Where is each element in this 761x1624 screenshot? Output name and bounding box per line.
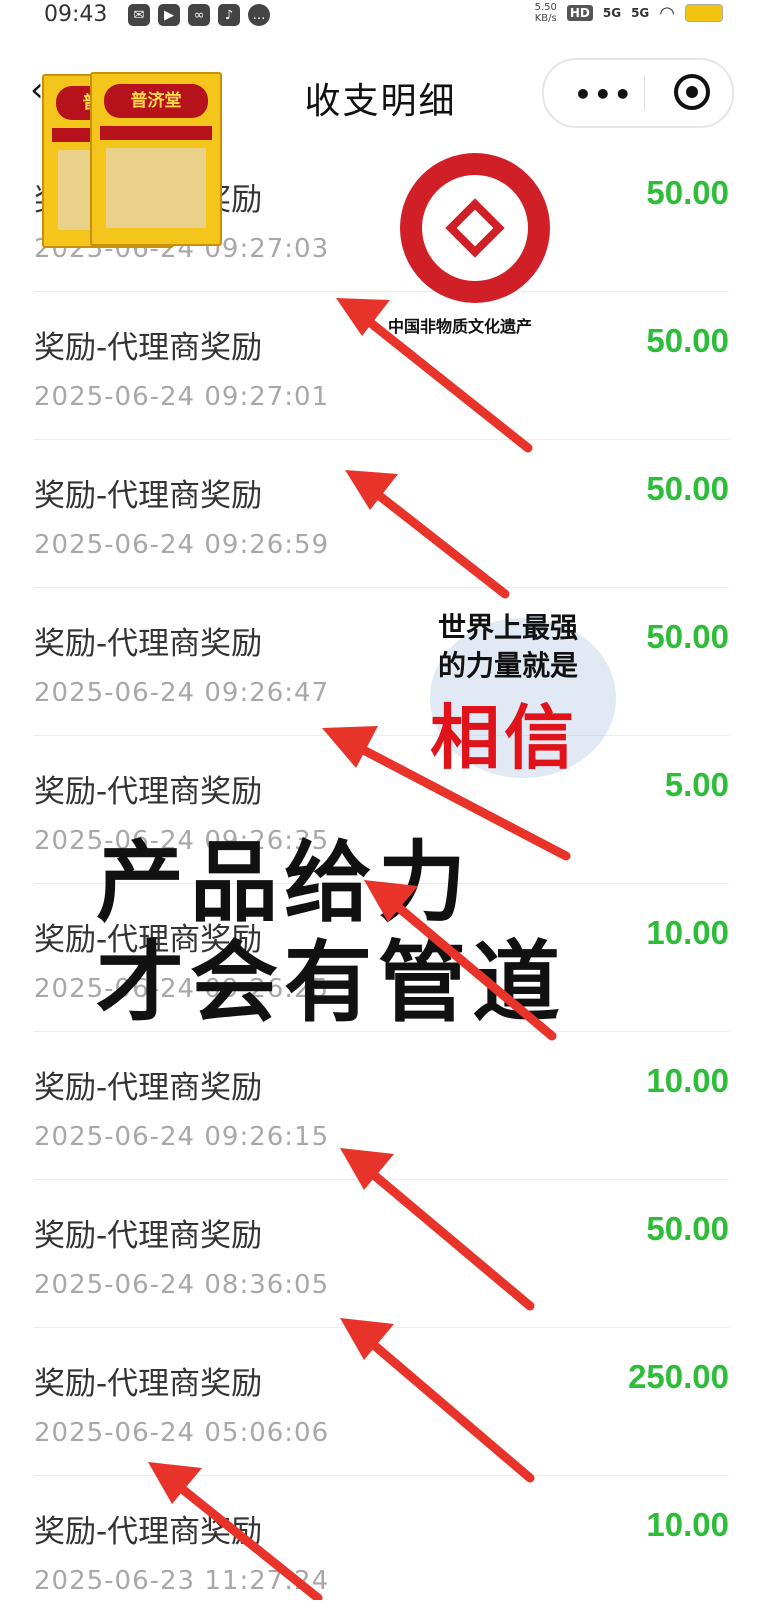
product-label: 普济堂 <box>104 84 208 118</box>
record-time: 2025-06-24 09:27:01 <box>34 382 330 412</box>
play-icon: ▶ <box>158 4 180 26</box>
tiktok-icon: ♪ <box>218 4 240 26</box>
status-bar: 09:43 ✉ ▶ ∞ ♪ … 5.50 KB/s HD 5G 5G ◠ <box>0 0 761 32</box>
capsule-divider <box>644 76 645 110</box>
record-amount: 5.00 <box>664 766 729 803</box>
product-box-image-front: 普济堂 <box>90 72 222 246</box>
record-title: 奖励-代理商奖励 <box>34 1514 263 1550</box>
record-amount: 250.00 <box>628 1358 729 1395</box>
signal-icon-2: 5G <box>631 6 650 20</box>
record-time: 2025-06-24 05:06:06 <box>34 1418 330 1448</box>
message-icon: ✉ <box>128 4 150 26</box>
record-amount: 10.00 <box>646 1062 729 1099</box>
seal-emblem <box>445 198 505 258</box>
status-time: 09:43 <box>44 2 108 27</box>
seal-inner <box>422 175 528 281</box>
hd-badge: HD <box>566 5 593 21</box>
list-item[interactable]: 奖励-代理商奖励 2025-06-24 05:06:06 250.00 <box>0 1328 761 1476</box>
quote-line-2: 的力量就是 <box>438 649 579 682</box>
link-icon: ∞ <box>188 4 210 26</box>
list-item[interactable]: 奖励-代理商奖励 2025-06-24 09:27:01 50.00 <box>0 292 761 440</box>
more-icon[interactable]: ••• <box>574 78 634 111</box>
close-mini-program-icon[interactable] <box>674 74 710 110</box>
heritage-caption: 中国非物质文化遗产 <box>388 317 533 336</box>
quote-line-1: 世界上最强 <box>438 611 579 644</box>
record-amount: 50.00 <box>646 174 729 211</box>
status-app-icons: ✉ ▶ ∞ ♪ … <box>128 4 270 26</box>
record-amount: 50.00 <box>646 470 729 507</box>
record-title: 奖励-代理商奖励 <box>34 330 263 366</box>
record-title: 奖励-代理商奖励 <box>34 1070 263 1106</box>
signal-icon-1: 5G <box>602 6 622 20</box>
quote-highlight: 相信 <box>430 697 578 779</box>
status-indicators: 5.50 KB/s HD 5G 5G ◠ <box>535 2 723 24</box>
slogan-line-2: 才会有管道 <box>96 931 567 1034</box>
chat-icon: … <box>248 4 270 26</box>
record-amount: 10.00 <box>646 914 729 951</box>
net-speed-value: 5.50 <box>534 2 557 13</box>
record-title: 奖励-代理商奖励 <box>34 1366 263 1402</box>
record-time: 2025-06-24 09:26:47 <box>34 678 330 708</box>
record-amount: 50.00 <box>646 1210 729 1247</box>
record-time: 2025-06-24 09:26:59 <box>34 530 330 560</box>
record-title: 奖励-代理商奖励 <box>34 478 263 514</box>
record-amount: 50.00 <box>646 322 729 359</box>
list-item[interactable]: 奖励-代理商奖励 2025-06-24 09:26:47 50.00 <box>0 588 761 736</box>
record-title: 奖励-代理商奖励 <box>34 1218 263 1254</box>
list-item[interactable]: 奖励-代理商奖励 2025-06-24 08:36:05 50.00 <box>0 1180 761 1328</box>
record-time: 2025-06-23 11:27:24 <box>34 1566 330 1596</box>
list-item[interactable]: 奖励-代理商奖励 2025-06-23 11:27:24 10.00 <box>0 1476 761 1624</box>
record-amount: 50.00 <box>646 618 729 655</box>
record-title: 奖励-代理商奖励 <box>34 774 263 810</box>
battery-icon <box>685 4 723 22</box>
mini-program-capsule: ••• <box>542 58 734 128</box>
product-band <box>100 126 212 140</box>
record-time: 2025-06-24 08:36:05 <box>34 1270 330 1300</box>
net-speed-unit: KB/s <box>534 13 557 24</box>
wifi-icon: ◠ <box>659 2 675 24</box>
list-item[interactable]: 奖励-代理商奖励 2025-06-24 09:26:59 50.00 <box>0 440 761 588</box>
net-speed: 5.50 KB/s <box>535 2 557 24</box>
heritage-seal-logo <box>400 153 550 303</box>
record-amount: 10.00 <box>646 1506 729 1543</box>
product-illustration <box>106 148 206 228</box>
record-title: 奖励-代理商奖励 <box>34 626 263 662</box>
record-time: 2025-06-24 09:26:15 <box>34 1122 330 1152</box>
list-item[interactable]: 奖励-代理商奖励 2025-06-24 09:26:15 10.00 <box>0 1032 761 1180</box>
